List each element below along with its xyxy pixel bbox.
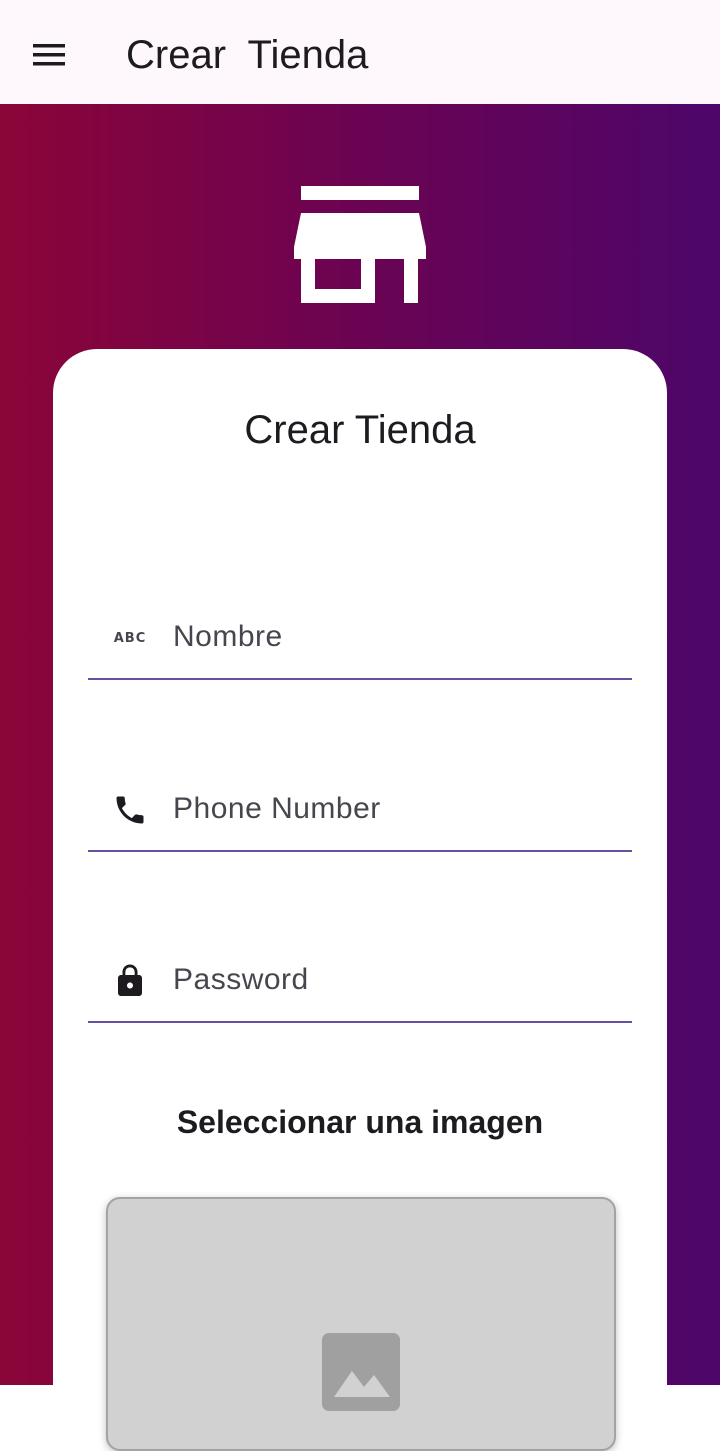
image-picker[interactable] <box>106 1197 616 1451</box>
store-icon <box>294 186 426 303</box>
menu-button[interactable] <box>22 30 78 80</box>
image-placeholder-icon <box>322 1333 400 1411</box>
name-field-placeholder: Nombre <box>173 620 283 653</box>
phone-icon <box>110 790 150 830</box>
lock-icon <box>110 961 150 1001</box>
image-section-heading: Seleccionar una imagen <box>176 1104 544 1140</box>
abc-icon: ABC <box>113 630 147 646</box>
phone-field-placeholder: Phone Number <box>173 792 381 825</box>
name-field[interactable]: ABC Nombre <box>88 588 632 680</box>
phone-field[interactable]: Phone Number <box>88 760 632 852</box>
app-bar: Crear Tienda <box>0 0 720 104</box>
app-title: Crear Tienda <box>126 33 369 77</box>
password-field-placeholder: Password <box>173 963 309 996</box>
password-field[interactable]: Password <box>88 931 632 1023</box>
menu-icon <box>33 44 65 66</box>
card-title: Crear Tienda <box>244 408 476 452</box>
